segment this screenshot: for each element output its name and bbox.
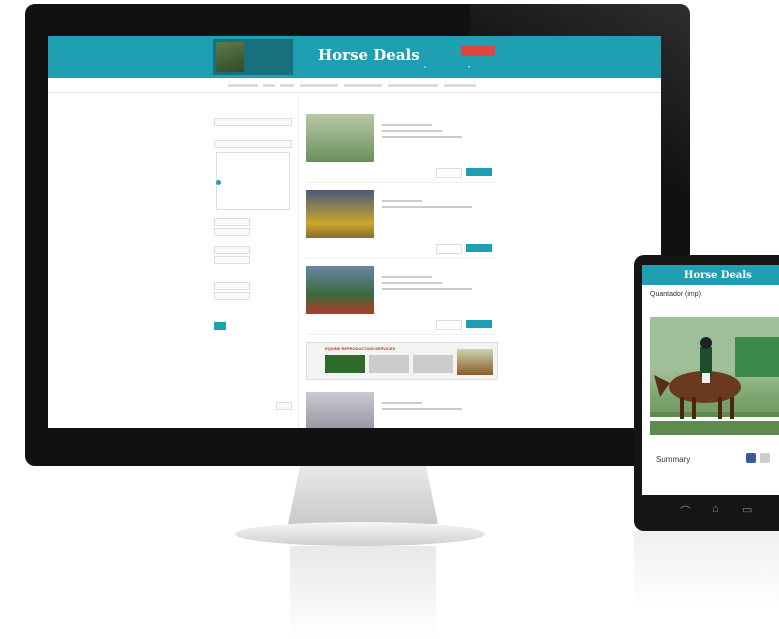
results-header — [306, 98, 496, 106]
ad-horse-image — [457, 349, 493, 375]
nav-item[interactable] — [280, 84, 294, 87]
horse-leg — [680, 397, 684, 419]
view-listing-button[interactable] — [466, 168, 492, 176]
nav-item[interactable] — [344, 84, 382, 87]
nav-item[interactable] — [388, 84, 438, 87]
age-max-select[interactable] — [214, 256, 250, 264]
horse-leg — [730, 397, 734, 419]
tablet-nav-bar: ⌒ ⌂ ▭ — [642, 495, 779, 525]
listing-detail — [382, 136, 462, 138]
tablet-reflection — [634, 531, 779, 611]
listing-item[interactable] — [306, 260, 496, 335]
keyword-go-button[interactable] — [276, 402, 292, 410]
listing-photo[interactable] — [650, 317, 779, 435]
listing-thumbnail[interactable] — [306, 266, 374, 314]
sign-in-link[interactable]: ● — [424, 65, 426, 69]
price-min-select[interactable] — [214, 282, 250, 290]
nav-item[interactable] — [228, 84, 258, 87]
tablet-logo[interactable]: Horse Deals — [684, 270, 752, 281]
rider-body — [700, 347, 712, 377]
view-listing-button[interactable] — [466, 320, 492, 328]
nav-item[interactable] — [263, 84, 275, 87]
listing-detail — [382, 130, 442, 132]
promo-image — [216, 42, 244, 72]
save-listing-button[interactable] — [436, 244, 462, 254]
search-results: EQUINE REPRODUCTION SERVICES — [306, 96, 498, 428]
heart-icon: ♥ — [468, 65, 471, 69]
age-min-select[interactable] — [214, 246, 250, 254]
tablet-screen: Horse Deals Quantador (imp) Summary — [642, 265, 779, 495]
ad-block — [325, 355, 365, 373]
site-header: Horse Deals ● ♥ — [48, 36, 661, 78]
saved-link[interactable]: ♥ — [468, 65, 470, 69]
horse-head — [654, 375, 670, 397]
back-icon[interactable]: ⌒ — [680, 503, 691, 519]
location-all-button[interactable] — [214, 322, 226, 330]
recent-apps-icon[interactable]: ▭ — [742, 503, 752, 516]
place-ad-button[interactable] — [461, 46, 495, 56]
breed-list[interactable] — [216, 152, 290, 210]
listing-detail — [382, 200, 422, 202]
tablet-header: Horse Deals — [642, 265, 779, 285]
stand-reflection — [290, 546, 436, 639]
listing-detail — [382, 288, 472, 290]
ad-block — [369, 355, 409, 373]
height-max-select[interactable] — [214, 228, 250, 236]
desktop-screen: Horse Deals ● ♥ EQUINE REPRODUCTION SERV… — [48, 36, 661, 428]
horse-leg — [718, 397, 722, 419]
monitor-stand-neck — [288, 466, 438, 524]
listing-item[interactable] — [306, 386, 496, 428]
listing-detail — [382, 408, 462, 410]
ad-title: EQUINE REPRODUCTION SERVICES — [325, 346, 396, 351]
listing-detail — [382, 282, 442, 284]
listing-item[interactable] — [306, 108, 496, 183]
listing-title: Quantador (imp) — [650, 291, 701, 298]
price-max-select[interactable] — [214, 292, 250, 300]
photo-rail — [650, 417, 779, 421]
horse-rider-illustration — [650, 317, 779, 435]
listing-thumbnail[interactable] — [306, 114, 374, 162]
listing-detail — [382, 276, 432, 278]
listing-detail — [382, 124, 432, 126]
view-listing-button[interactable] — [466, 244, 492, 252]
rider-head — [700, 337, 712, 349]
user-icon: ● — [424, 65, 427, 69]
breed-radio[interactable] — [216, 180, 221, 185]
listing-item[interactable] — [306, 184, 496, 259]
save-listing-button[interactable] — [436, 168, 462, 178]
category-select[interactable] — [214, 118, 292, 126]
summary-heading: Summary — [656, 455, 691, 464]
share-icon[interactable] — [760, 453, 770, 463]
facebook-icon[interactable] — [746, 453, 756, 463]
photo-grass — [650, 412, 779, 435]
site-logo[interactable]: Horse Deals — [318, 46, 420, 64]
save-listing-button[interactable] — [436, 320, 462, 330]
horse-leg — [692, 397, 696, 419]
promo-banner[interactable] — [213, 39, 293, 75]
nav-item[interactable] — [444, 84, 476, 87]
listing-thumbnail[interactable] — [306, 190, 374, 238]
refine-search-sidebar — [210, 96, 299, 428]
nav-item[interactable] — [300, 84, 338, 87]
photo-tent — [735, 337, 779, 377]
listing-detail — [382, 402, 422, 404]
listing-detail — [382, 206, 472, 208]
height-min-select[interactable] — [214, 218, 250, 226]
ad-block — [413, 355, 453, 373]
breed-select[interactable] — [214, 140, 292, 148]
equine-reproduction-ad[interactable]: EQUINE REPRODUCTION SERVICES — [306, 342, 498, 380]
monitor-stand-base — [235, 522, 485, 546]
listing-thumbnail[interactable] — [306, 392, 374, 428]
main-nav — [48, 78, 661, 93]
rider-legs — [702, 373, 710, 383]
home-icon[interactable]: ⌂ — [712, 503, 719, 515]
